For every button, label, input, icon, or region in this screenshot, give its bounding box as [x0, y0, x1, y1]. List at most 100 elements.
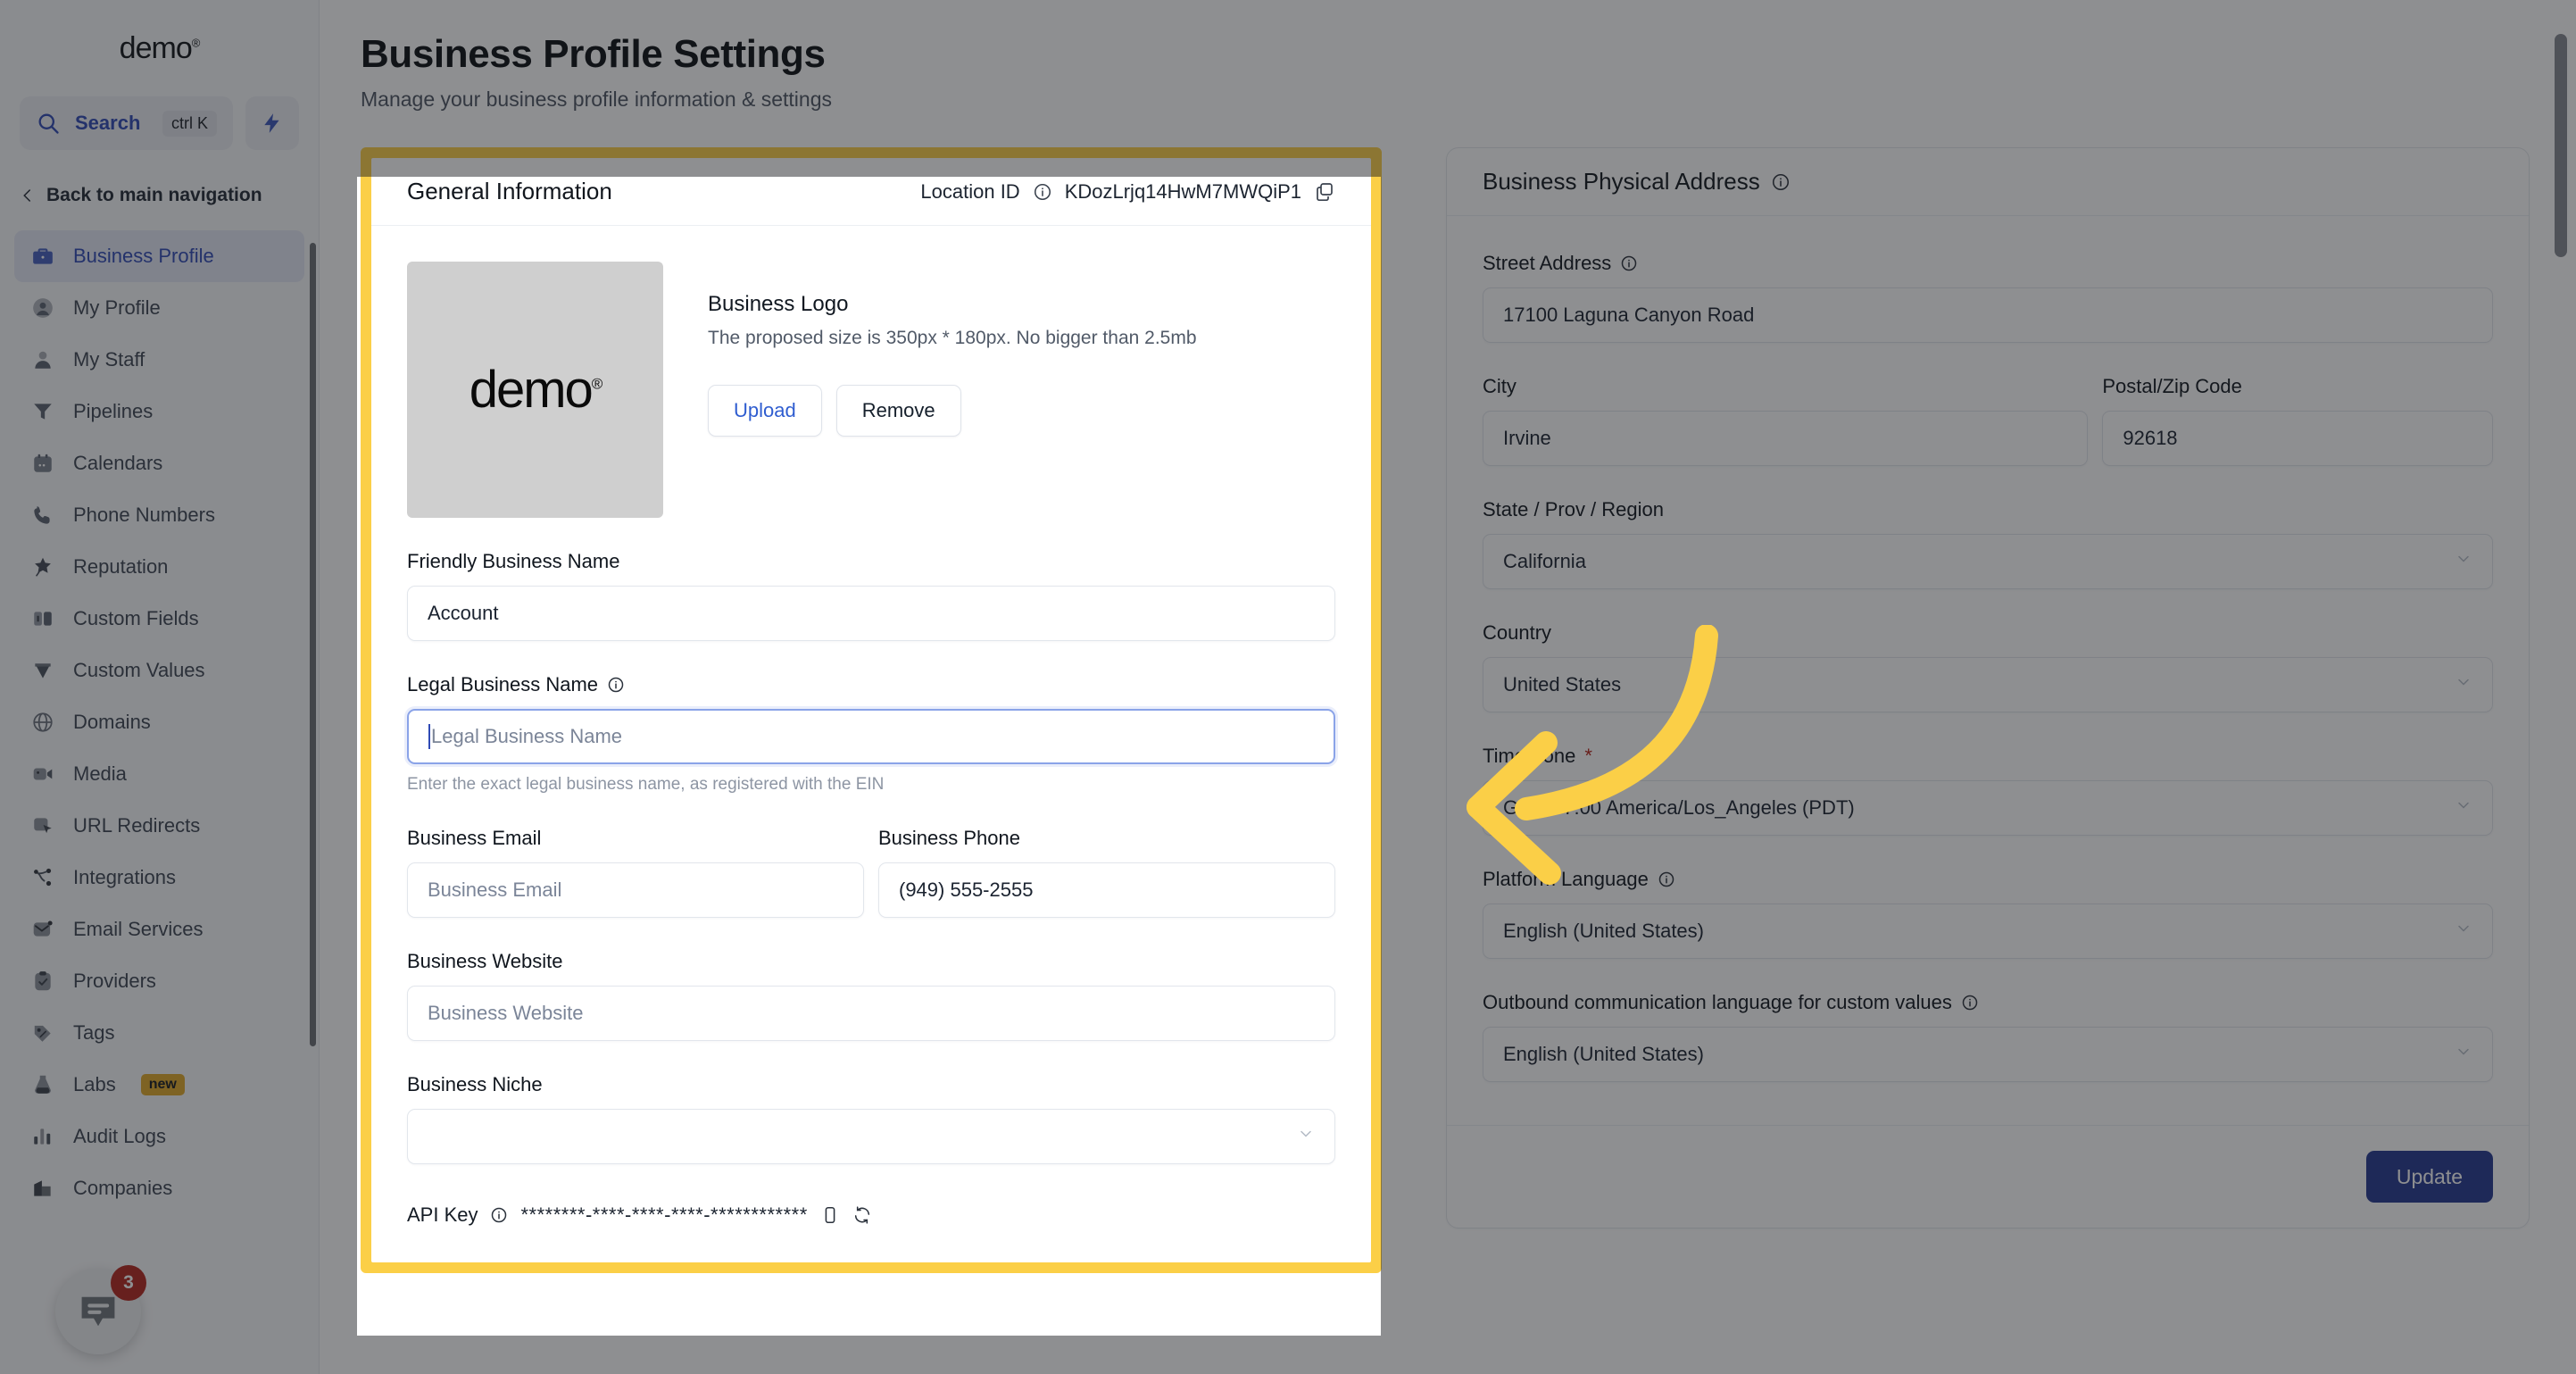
star-sparkle-icon — [30, 554, 55, 579]
brand-logo: demo® — [0, 0, 319, 96]
business-logo-meta: Business Logo The proposed size is 350px… — [708, 262, 1197, 437]
city-input[interactable]: Irvine — [1483, 411, 2089, 466]
sidebar-item-tags[interactable]: Tags — [14, 1007, 304, 1059]
time-zone-value: GMT-07:00 America/Los_Angeles (PDT) — [1503, 796, 1855, 819]
sidebar-item-label: Reputation — [73, 555, 169, 578]
time-zone-label: Time Zone — [1483, 745, 1576, 767]
sidebar-item-companies[interactable]: Companies — [14, 1162, 304, 1214]
outbound-language-select[interactable]: English (United States) — [1483, 1027, 2493, 1082]
street-address-input[interactable]: 17100 Laguna Canyon Road — [1483, 287, 2493, 343]
sidebar-item-custom-values[interactable]: Custom Values — [14, 645, 304, 696]
sidebar-item-badge: new — [140, 1074, 185, 1095]
sidebar-item-label: Calendars — [73, 452, 163, 474]
sidebar-scrollbar[interactable] — [310, 243, 316, 1046]
user-circle-icon — [30, 296, 55, 321]
platform-language-label-row: Platform Language — [1483, 868, 2493, 891]
funnel-icon — [30, 399, 55, 424]
chat-widget-button[interactable]: 3 — [55, 1265, 146, 1354]
sidebar-item-reputation[interactable]: Reputation — [14, 541, 304, 593]
country-select[interactable]: United States — [1483, 657, 2493, 712]
business-email-input[interactable]: Business Email — [407, 862, 864, 918]
time-zone-label-row: Time Zone * — [1483, 745, 2493, 768]
window-scrollbar[interactable] — [2555, 34, 2567, 257]
search-icon — [36, 111, 61, 136]
refresh-icon[interactable] — [852, 1205, 872, 1225]
business-physical-address-card-body: Street Address 17100 Laguna Canyon Road … — [1447, 216, 2529, 1125]
info-icon[interactable] — [490, 1206, 508, 1224]
time-zone-field: Time Zone * GMT-07:00 America/Los_Angele… — [1483, 745, 2493, 836]
sidebar-item-media[interactable]: Media — [14, 748, 304, 800]
search-row: Search ctrl K — [0, 96, 319, 150]
sidebar-item-label: Pipelines — [73, 400, 154, 422]
info-icon[interactable] — [607, 676, 625, 694]
sidebar-item-my-profile[interactable]: My Profile — [14, 282, 304, 334]
sidebar-item-audit-logs[interactable]: Audit Logs — [14, 1111, 304, 1162]
sidebar-item-business-profile[interactable]: Business Profile — [14, 230, 304, 282]
country-label: Country — [1483, 621, 1552, 644]
sidebar-item-url-redirects[interactable]: URL Redirects — [14, 800, 304, 852]
update-button[interactable]: Update — [2365, 1151, 2493, 1203]
sidebar-item-label: Business Profile — [73, 245, 214, 267]
city-field: City Irvine — [1483, 375, 2089, 466]
flask-icon — [30, 1072, 55, 1097]
app-root: demo® Search ctrl K Back to main navigat… — [0, 0, 2576, 1374]
info-icon[interactable] — [1961, 994, 1979, 1012]
sidebar-item-labs[interactable]: Labs new — [14, 1059, 304, 1111]
back-to-main-navigation[interactable]: Back to main navigation — [0, 175, 319, 216]
tag-icon — [30, 1020, 55, 1045]
info-icon[interactable] — [1658, 870, 1675, 888]
legal-business-name-hint: Enter the exact legal business name, as … — [407, 775, 885, 794]
api-key-label: API Key — [407, 1203, 478, 1226]
business-website-input[interactable]: Business Website — [407, 986, 1335, 1041]
info-icon[interactable] — [1620, 254, 1638, 272]
platform-language-label: Platform Language — [1483, 868, 1649, 890]
country-value: United States — [1503, 673, 1622, 695]
platform-language-select[interactable]: English (United States) — [1483, 904, 2493, 959]
sidebar-item-email-services[interactable]: Email Services — [14, 904, 304, 955]
copy-icon[interactable] — [1314, 181, 1335, 203]
sidebar-item-label: My Profile — [73, 296, 161, 319]
sidebar-item-calendars[interactable]: Calendars — [14, 437, 304, 489]
time-zone-select[interactable]: GMT-07:00 America/Los_Angeles (PDT) — [1483, 780, 2493, 836]
sidebar-item-label: Custom Fields — [73, 607, 199, 629]
outbound-language-label: Outbound communication language for cust… — [1483, 991, 1952, 1013]
sidebar-item-custom-fields[interactable]: Custom Fields — [14, 593, 304, 645]
sidebar-item-pipelines[interactable]: Pipelines — [14, 386, 304, 437]
business-niche-label: Business Niche — [407, 1073, 543, 1095]
sidebar-item-domains[interactable]: Domains — [14, 696, 304, 748]
business-website-label: Business Website — [407, 950, 563, 972]
business-logo-description: The proposed size is 350px * 180px. No b… — [708, 328, 1197, 348]
remove-logo-button[interactable]: Remove — [835, 385, 961, 437]
sidebar-item-integrations[interactable]: Integrations — [14, 852, 304, 904]
postal-code-input[interactable]: 92618 — [2102, 411, 2493, 466]
legal-business-name-input[interactable]: Legal Business Name — [407, 709, 1335, 764]
general-information-card: General Information Location ID KDozLrjq… — [371, 158, 1371, 1262]
sidebar-item-label: Labs — [73, 1073, 116, 1095]
business-logo-title: Business Logo — [708, 292, 849, 316]
sidebar-item-providers[interactable]: Providers — [14, 955, 304, 1007]
search-input[interactable]: Search ctrl K — [20, 96, 233, 150]
info-icon[interactable] — [1771, 172, 1791, 192]
sidebar-item-phone-numbers[interactable]: Phone Numbers — [14, 489, 304, 541]
copy-icon[interactable] — [820, 1205, 840, 1225]
outbound-language-value: English (United States) — [1503, 1043, 1704, 1065]
quick-action-button[interactable] — [245, 96, 299, 150]
sidebar-item-label: Phone Numbers — [73, 504, 215, 526]
sidebar-item-my-staff[interactable]: My Staff — [14, 334, 304, 386]
business-phone-label: Business Phone — [878, 827, 1020, 849]
upload-logo-button[interactable]: Upload — [708, 385, 822, 437]
state-select[interactable]: California — [1483, 534, 2493, 589]
postal-code-label: Postal/Zip Code — [2102, 375, 2242, 397]
info-icon[interactable] — [1033, 182, 1052, 202]
chevron-left-icon — [20, 186, 36, 205]
sidebar-item-label: Companies — [73, 1177, 173, 1199]
share-nodes-icon — [30, 865, 55, 890]
lightning-bolt-icon — [261, 110, 284, 137]
friendly-business-name-input[interactable]: Account — [407, 586, 1335, 641]
sidebar-item-label: Media — [73, 762, 127, 785]
business-phone-input[interactable]: (949) 555-2555 — [878, 862, 1335, 918]
sidebar-item-label: My Staff — [73, 348, 145, 371]
bar-chart-icon — [30, 1124, 55, 1149]
business-niche-select[interactable] — [407, 1109, 1335, 1164]
chevron-down-icon — [2455, 920, 2472, 943]
